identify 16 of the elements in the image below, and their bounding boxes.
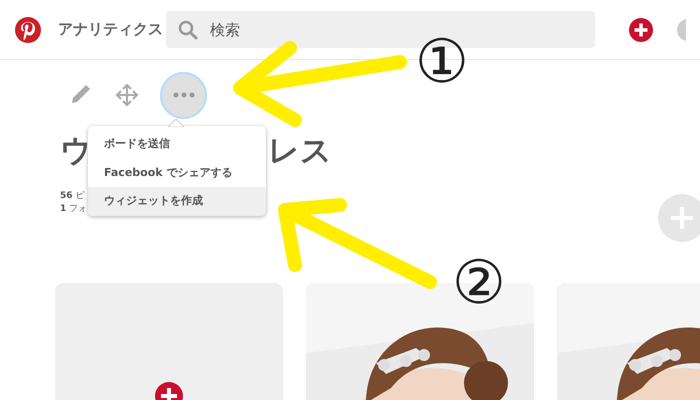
menu-item[interactable]: ウィジェットを作成 [88,187,266,216]
more-icon [172,92,194,98]
board-title: レス [268,136,332,167]
annotation-number: ② [452,253,506,313]
menu-item[interactable]: ボードを送信 [88,130,266,158]
menu-item[interactable]: Facebook でシェアする [88,158,266,187]
logo-icon[interactable] [14,16,42,44]
page-title: アナリティクス [58,19,164,40]
board-stat: 56 ピ [60,190,84,203]
more-button[interactable] [160,72,207,118]
search-icon [178,20,198,40]
add-icon[interactable] [628,16,654,42]
move-icon[interactable] [114,82,140,108]
plus-icon [669,205,695,231]
board-stat: 1 フォ [60,203,88,216]
add-pin-button[interactable] [658,194,700,242]
